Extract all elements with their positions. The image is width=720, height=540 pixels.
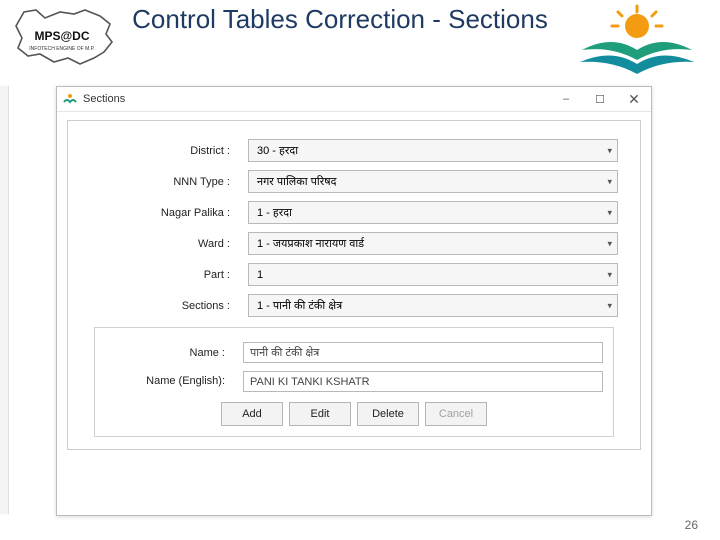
add-button-label: Add (242, 408, 262, 420)
delete-button-label: Delete (372, 408, 404, 420)
name-value: पानी की टंकी क्षेत्र (250, 345, 319, 360)
window-client-area: District : 30 - हरदा ▾ NNN Type : नगर पा… (57, 112, 651, 456)
svg-text:MPS@DC: MPS@DC (34, 29, 89, 43)
nnn-type-value: नगर पालिका परिषद (257, 174, 336, 189)
sunrise-book-logo (572, 2, 702, 80)
ward-label: Ward : (90, 238, 248, 250)
ward-select[interactable]: 1 - जयप्रकाश नारायण वार्ड ▾ (248, 232, 618, 255)
chevron-down-icon: ▾ (607, 238, 612, 249)
edit-button-label: Edit (311, 408, 330, 420)
slide-page-number: 26 (685, 518, 698, 532)
chevron-down-icon: ▾ (607, 300, 612, 311)
nagar-palika-select[interactable]: 1 - हरदा ▾ (248, 201, 618, 224)
window-titlebar: Sections – ☐ ✕ (57, 87, 651, 112)
nnn-type-label: NNN Type : (90, 176, 248, 188)
slide-left-edge (0, 86, 9, 514)
page-title: Control Tables Correction - Sections (120, 5, 560, 35)
chevron-down-icon: ▾ (607, 207, 612, 218)
cancel-button-label: Cancel (439, 408, 473, 420)
district-select[interactable]: 30 - हरदा ▾ (248, 139, 618, 162)
slide-header: MPS@DC INFOTECH ENGINE OF M.P. Control T… (0, 0, 720, 80)
chevron-down-icon: ▾ (607, 176, 612, 187)
sections-value: 1 - पानी की टंकी क्षेत्र (257, 298, 342, 313)
part-value: 1 (257, 269, 263, 281)
district-label: District : (90, 145, 248, 157)
chevron-down-icon: ▾ (607, 145, 612, 156)
window-minimize-button[interactable]: – (549, 87, 583, 111)
edit-button[interactable]: Edit (289, 402, 351, 426)
window-title: Sections (83, 93, 125, 105)
sections-row: Sections : 1 - पानी की टंकी क्षेत्र ▾ (90, 294, 618, 317)
part-label: Part : (90, 269, 248, 281)
nnn-type-row: NNN Type : नगर पालिका परिषद ▾ (90, 170, 618, 193)
window-close-button[interactable]: ✕ (617, 87, 651, 111)
part-select[interactable]: 1 ▾ (248, 263, 618, 286)
name-english-value: PANI KI TANKI KSHATR (250, 376, 370, 388)
nnn-type-select[interactable]: नगर पालिका परिषद ▾ (248, 170, 618, 193)
mpsedc-logo: MPS@DC INFOTECH ENGINE OF M.P. (10, 4, 115, 70)
add-button[interactable]: Add (221, 402, 283, 426)
ward-row: Ward : 1 - जयप्रकाश नारायण वार्ड ▾ (90, 232, 618, 255)
close-icon: ✕ (628, 92, 640, 106)
ward-value: 1 - जयप्रकाश नारायण वार्ड (257, 236, 364, 251)
district-row: District : 30 - हरदा ▾ (90, 139, 618, 162)
part-row: Part : 1 ▾ (90, 263, 618, 286)
nagar-palika-label: Nagar Palika : (90, 207, 248, 219)
button-row: Add Edit Delete Cancel (105, 402, 603, 426)
chevron-down-icon: ▾ (607, 269, 612, 280)
window-controls: – ☐ ✕ (549, 87, 651, 111)
maximize-icon: ☐ (595, 93, 605, 106)
section-detail-panel: Name : पानी की टंकी क्षेत्र Name (Englis… (94, 327, 614, 437)
nagar-palika-value: 1 - हरदा (257, 205, 292, 220)
delete-button[interactable]: Delete (357, 402, 419, 426)
name-input[interactable]: पानी की टंकी क्षेत्र (243, 342, 603, 363)
name-english-input[interactable]: PANI KI TANKI KSHATR (243, 371, 603, 392)
cancel-button[interactable]: Cancel (425, 402, 487, 426)
name-english-row: Name (English): PANI KI TANKI KSHATR (105, 371, 603, 392)
district-value: 30 - हरदा (257, 143, 298, 158)
form-panel: District : 30 - हरदा ▾ NNN Type : नगर पा… (67, 120, 641, 450)
nagar-palika-row: Nagar Palika : 1 - हरदा ▾ (90, 201, 618, 224)
name-label: Name : (105, 347, 243, 359)
window-app-icon (63, 92, 77, 106)
name-english-label: Name (English): (105, 376, 243, 388)
window-maximize-button[interactable]: ☐ (583, 87, 617, 111)
minimize-icon: – (563, 93, 569, 105)
sections-window: Sections – ☐ ✕ District : 30 - हरदा ▾ (56, 86, 652, 516)
name-row: Name : पानी की टंकी क्षेत्र (105, 342, 603, 363)
sections-label: Sections : (90, 300, 248, 312)
sections-select[interactable]: 1 - पानी की टंकी क्षेत्र ▾ (248, 294, 618, 317)
svg-text:INFOTECH ENGINE OF M.P.: INFOTECH ENGINE OF M.P. (29, 46, 94, 52)
